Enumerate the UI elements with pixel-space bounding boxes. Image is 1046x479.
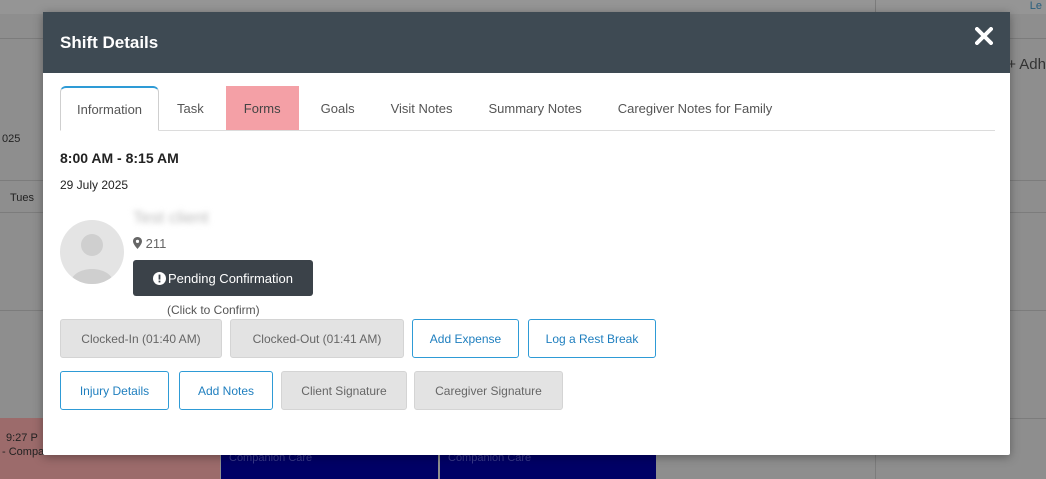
background-date-text: 025: [2, 133, 21, 145]
background-add-button: + Adh: [1007, 56, 1046, 73]
background-event-time: 9:27 P: [6, 432, 38, 444]
click-to-confirm-hint: (Click to Confirm): [167, 303, 260, 317]
log-rest-break-button[interactable]: Log a Rest Break: [528, 319, 656, 358]
close-icon: [975, 27, 993, 45]
caregiver-signature-button[interactable]: Caregiver Signature: [414, 371, 563, 410]
exclamation-circle-icon: [152, 271, 166, 285]
tab-goals[interactable]: Goals: [303, 86, 373, 130]
tab-label: Task: [177, 100, 204, 116]
button-label: Injury Details: [79, 383, 150, 398]
injury-details-button[interactable]: Injury Details: [60, 371, 169, 410]
tab-label: Summary Notes: [488, 100, 582, 116]
button-label: Clocked-Out (01:41 AM): [252, 331, 382, 346]
tab-bar: Information Task Forms Goals Visit Notes…: [60, 86, 995, 131]
tab-label: Information: [77, 101, 143, 117]
client-location-text: 211: [145, 236, 167, 251]
pending-confirmation-button[interactable]: Pending Confirmation: [133, 260, 313, 296]
add-expense-button[interactable]: Add Expense: [412, 319, 519, 358]
tab-task[interactable]: Task: [159, 86, 222, 130]
tab-label: Forms: [243, 100, 281, 116]
shift-date: 29 July 2025: [60, 178, 129, 192]
button-label: Add Expense: [429, 331, 502, 346]
tab-visit-notes[interactable]: Visit Notes: [373, 86, 471, 130]
avatar: [60, 220, 124, 284]
button-label: Add Notes: [197, 383, 255, 398]
add-notes-button[interactable]: Add Notes: [179, 371, 273, 410]
tab-label: Visit Notes: [390, 100, 453, 116]
modal-title: Shift Details: [60, 32, 159, 52]
button-label: Client Signature: [301, 383, 387, 398]
button-label: Clocked-In (01:40 AM): [81, 331, 201, 346]
user-silhouette-icon: [70, 234, 114, 284]
background-day-text: Tues: [10, 192, 35, 204]
tab-forms[interactable]: Forms: [225, 86, 299, 130]
shift-time-range: 8:00 AM - 8:15 AM: [60, 150, 179, 166]
client-signature-button[interactable]: Client Signature: [281, 371, 407, 410]
button-label: Log a Rest Break: [545, 331, 639, 346]
clocked-out-button[interactable]: Clocked-Out (01:41 AM): [230, 319, 404, 358]
tab-label: Goals: [320, 100, 355, 116]
tab-label: Caregiver Notes for Family: [617, 100, 773, 116]
map-pin-icon: [133, 237, 142, 249]
tab-information[interactable]: Information: [60, 86, 160, 131]
pending-confirmation-label: Pending Confirmation: [167, 270, 294, 286]
button-label: Caregiver Signature: [435, 383, 542, 398]
client-location: 211: [133, 236, 166, 251]
tab-caregiver-notes-for-family[interactable]: Caregiver Notes for Family: [600, 86, 791, 130]
modal-header: Shift Details: [43, 12, 1010, 73]
close-button[interactable]: [972, 26, 996, 50]
shift-details-modal: Shift Details Information Task Forms Goa…: [43, 12, 1010, 455]
client-name: Test client: [133, 208, 209, 227]
clocked-in-button[interactable]: Clocked-In (01:40 AM): [60, 319, 222, 358]
tab-summary-notes[interactable]: Summary Notes: [471, 86, 600, 130]
background-link: Le: [1029, 0, 1042, 12]
